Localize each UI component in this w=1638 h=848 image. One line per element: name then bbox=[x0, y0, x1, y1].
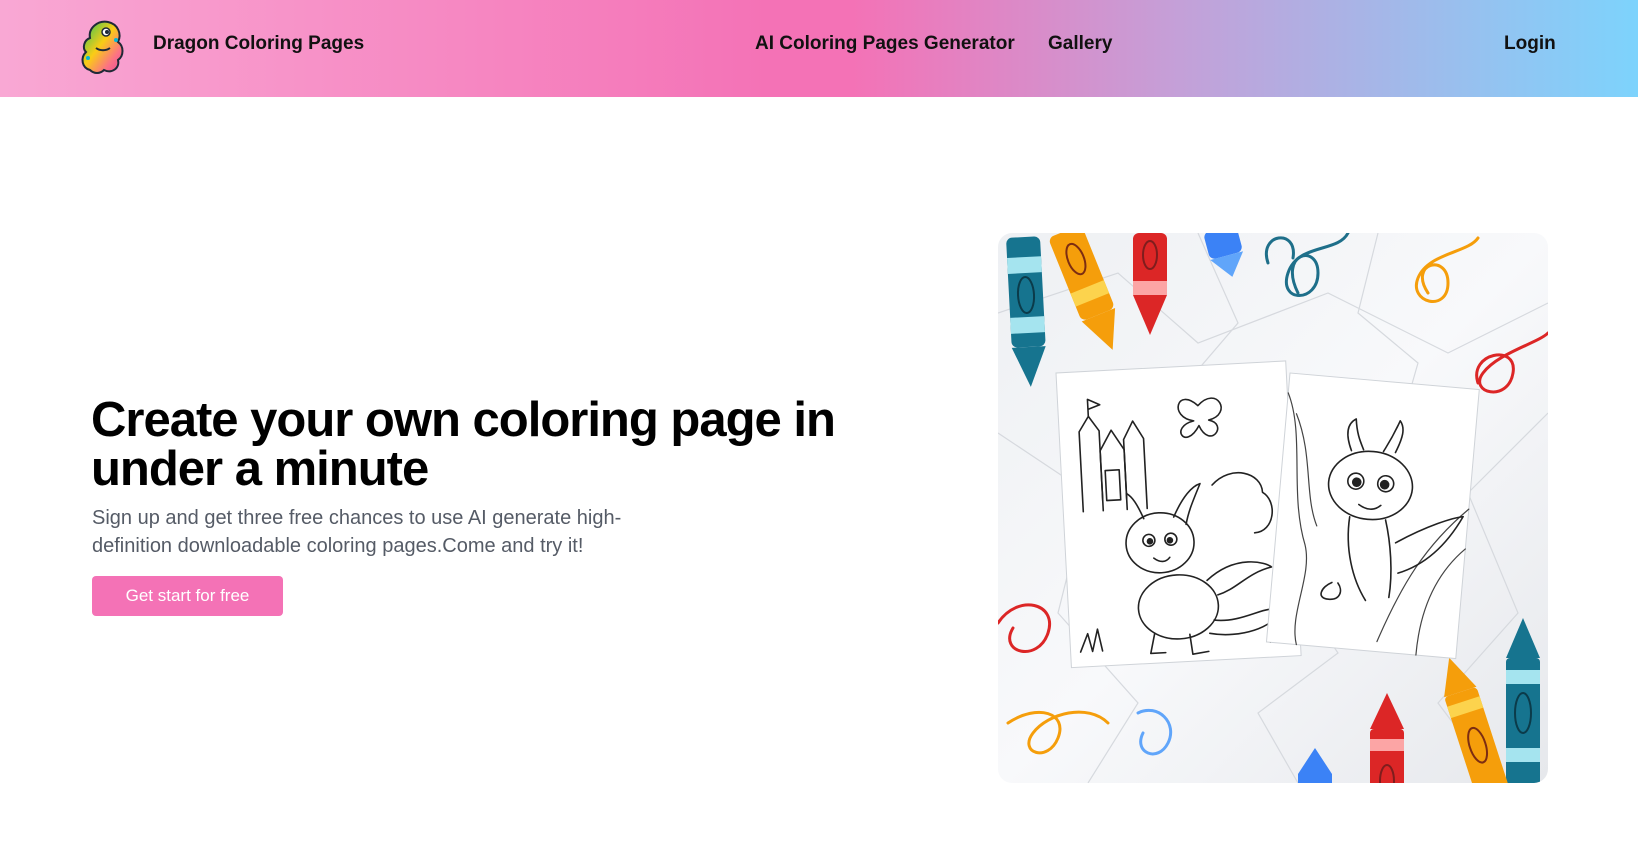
nav-link-ai-generator[interactable]: AI Coloring Pages Generator bbox=[755, 33, 1015, 55]
top-nav-bar: Dragon Coloring Pages AI Coloring Pages … bbox=[0, 0, 1638, 97]
login-link[interactable]: Login bbox=[1504, 33, 1556, 55]
hero-illustration bbox=[998, 233, 1548, 783]
dragon-logo-icon[interactable] bbox=[76, 18, 128, 76]
coloring-pages-crayons-icon bbox=[998, 233, 1548, 783]
hero-subtitle: Sign up and get three free chances to us… bbox=[92, 507, 622, 557]
site-name[interactable]: Dragon Coloring Pages bbox=[153, 33, 364, 55]
get-started-button[interactable]: Get start for free bbox=[92, 576, 283, 616]
hero-title: Create your own coloring page in under a… bbox=[91, 393, 836, 496]
nav-link-gallery[interactable]: Gallery bbox=[1048, 33, 1112, 55]
